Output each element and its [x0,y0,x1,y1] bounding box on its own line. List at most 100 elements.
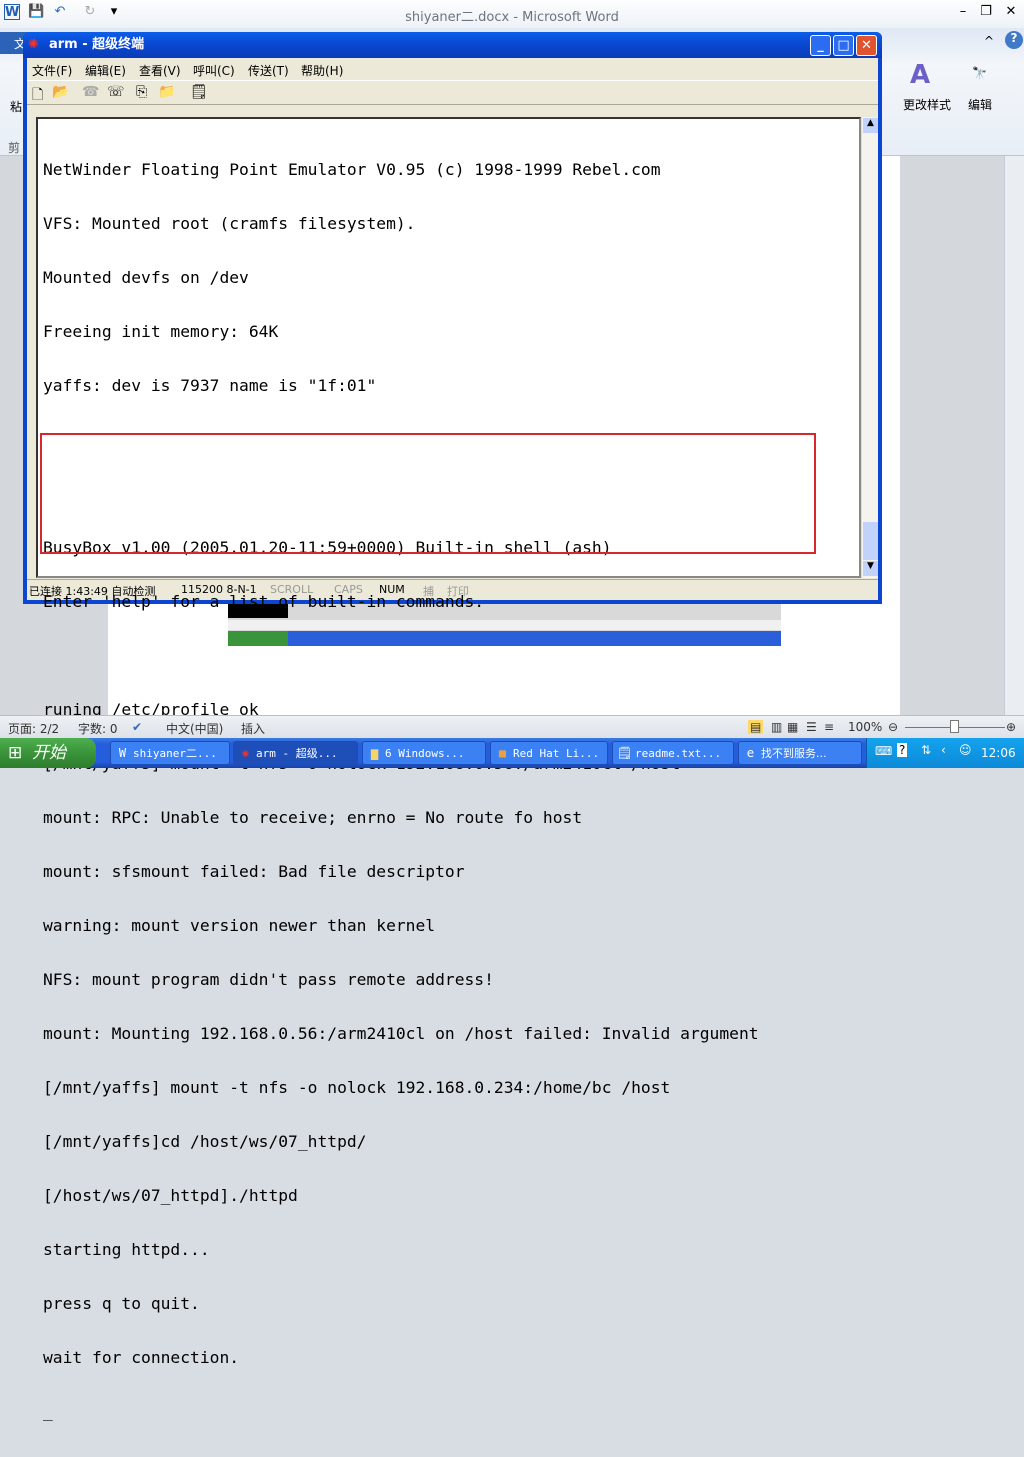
zoom-out-icon[interactable]: ⊖ [888,720,898,734]
properties-icon[interactable]: 🗒 [190,84,208,100]
terminal-maximize-button[interactable]: □ [833,35,854,56]
editing-button[interactable]: 编辑 [968,96,992,113]
menu-bar: 文件(F) 编辑(E) 查看(V) 呼叫(C) 传送(T) 帮助(H) [27,58,878,80]
paste-label[interactable]: 粘 [10,98,22,115]
vmware-icon: ■ [498,746,507,760]
terminal-line: starting httpd... [43,1240,210,1259]
folder-icon: ▆ [370,746,379,760]
menu-call[interactable]: 呼叫(C) [193,62,235,79]
start-label: 开始 [32,743,66,763]
vertical-scrollbar[interactable] [1004,156,1024,715]
terminal-line: wait for connection. [43,1348,240,1367]
terminal-line: VFS: Mounted root (cramfs filesystem). [43,214,416,233]
word-title-bar: W 💾 ↶ ↻ ▾ shiyaner二.docx - Microsoft Wor… [0,0,1024,28]
disconnect-icon[interactable]: ☎ [82,84,99,100]
taskbar-item-readme[interactable]: 🗒 readme.txt... [612,741,734,765]
open-icon[interactable]: 📂 [52,84,69,100]
terminal-line: [/host/ws/07_httpd]./httpd [43,1186,298,1205]
print-layout-icon[interactable]: ▤ [748,720,764,734]
find-icon[interactable]: 🔭 [972,66,987,80]
network-icon[interactable]: ⇅ [921,743,931,757]
qq-icon[interactable]: ☺ [959,743,972,757]
word-count[interactable]: 字数: 0 [78,720,118,737]
terminal-line: press q to quit. [43,1294,200,1313]
menu-help[interactable]: 帮助(H) [301,62,343,79]
terminal-line: [/mnt/yaffs] mount -t nfs -o nolock 192.… [43,1078,671,1097]
web-layout-icon[interactable]: ▦ [787,720,798,734]
highlight-box [40,433,816,554]
change-styles-button[interactable]: 更改样式 [903,96,951,113]
hyperterminal-icon: ✺ [241,746,250,760]
windows-logo-icon: ⊞ [8,743,23,763]
outline-icon[interactable]: ☰ [806,720,817,734]
ie-icon: e [746,746,755,760]
toolbar: 🗋 📂 ☎ ☏ ⎘ 📁 🗒 [27,80,878,105]
scroll-up-icon[interactable]: ▲ [863,118,878,133]
taskbar-item-redhat[interactable]: ■ Red Hat Li... [490,741,608,765]
send-icon[interactable]: ⎘ [136,84,147,100]
port-settings: 115200 8-N-1 [181,583,257,596]
terminal-line: Mounted devfs on /dev [43,268,249,287]
zoom-level[interactable]: 100% [848,720,882,734]
call-icon[interactable]: ☏ [107,84,125,100]
terminal-line: mount: sfsmount failed: Bad file descrip… [43,862,465,881]
hyperterminal-icon: ✺ [28,37,39,52]
scroll-down-icon[interactable]: ▼ [863,561,878,576]
language-indicator[interactable]: 中文(中国) [166,720,223,737]
terminal-title-bar[interactable]: ✺ arm - 超级终端 _ □ ✕ [23,32,882,58]
terminal-minimize-button[interactable]: _ [810,35,831,56]
scroll-indicator: SCROLL [270,583,314,596]
word-status-bar: 页面: 2/2 字数: 0 ✔ 中文(中国) 插入 ▤ ▥ ▦ ☰ ≡ 100%… [0,715,1024,738]
clipboard-label: 剪 [8,141,21,155]
terminal-line: NetWinder Floating Point Emulator V0.95 … [43,160,661,179]
zoom-slider-thumb[interactable] [950,720,959,733]
terminal-line: mount: Mounting 192.168.0.56:/arm2410cl … [43,1024,759,1043]
window-title: shiyaner二.docx - Microsoft Word [405,10,619,25]
hyperterminal-window: ✺ arm - 超级终端 _ □ ✕ 文件(F) 编辑(E) 查看(V) 呼叫(… [23,32,882,1421]
scroll-thumb[interactable] [863,522,878,560]
page-count[interactable]: 页面: 2/2 [8,720,59,737]
terminal-line: Freeing init memory: 64K [43,322,279,341]
menu-view[interactable]: 查看(V) [139,62,181,79]
insert-mode[interactable]: 插入 [241,720,265,737]
restore-icon[interactable]: ❐ [978,4,994,20]
taskbar-item-arm[interactable]: ✺ arm - 超级... [233,741,358,765]
minimize-icon[interactable]: – [955,4,971,20]
capture-indicator: 捕 [423,585,434,598]
print-indicator: 打印 [447,585,469,598]
taskbar-item-windows[interactable]: ▆ 6 Windows... [362,741,486,765]
collapse-ribbon-icon[interactable]: ^ [984,34,994,48]
taskbar-item-word[interactable]: Wshiyaner二... [110,741,230,765]
proofing-icon[interactable]: ✔ [132,720,142,734]
notepad-icon: 🗒 [617,746,633,760]
expand-tray-icon[interactable]: ‹ [941,743,946,757]
help-tray-icon[interactable]: ? [897,743,908,757]
taskbar-label: readme.txt... [635,747,722,760]
keyboard-icon[interactable]: ⌨ [875,744,892,758]
system-tray: ⌨ ? ⇅ ‹ ☺ 12:06 [866,738,1024,768]
menu-edit[interactable]: 编辑(E) [85,62,126,79]
connection-status: 已连接 1:43:49 自动检测 [29,585,156,598]
terminal-close-button[interactable]: ✕ [856,35,877,56]
menu-file[interactable]: 文件(F) [32,62,72,79]
zoom-in-icon[interactable]: ⊕ [1006,720,1016,734]
terminal-scrollbar[interactable]: ▲ ▼ [861,117,878,578]
terminal-output: NetWinder Floating Point Emulator V0.95 … [43,125,759,1457]
terminal-title: arm - 超级终端 [49,37,145,52]
full-screen-reading-icon[interactable]: ▥ [771,720,782,734]
terminal-status-bar: 已连接 1:43:49 自动检测 115200 8-N-1 SCROLL CAP… [27,579,878,600]
new-icon[interactable]: 🗋 [32,84,43,108]
help-icon[interactable]: ? [1005,31,1023,49]
menu-transfer[interactable]: 传送(T) [248,62,289,79]
taskbar-label: 6 Windows... [385,747,465,760]
change-styles-icon[interactable]: A [910,60,930,90]
taskbar-label: Red Hat Li... [513,747,600,760]
terminal-client: 文件(F) 编辑(E) 查看(V) 呼叫(C) 传送(T) 帮助(H) 🗋 📂 … [27,58,878,1421]
caps-indicator: CAPS [334,583,363,596]
draft-icon[interactable]: ≡ [824,720,834,734]
start-button[interactable]: ⊞ 开始 [0,738,96,768]
receive-icon[interactable]: 📁 [158,84,175,100]
close-icon[interactable]: ✕ [1003,4,1019,20]
clock[interactable]: 12:06 [981,746,1016,760]
taskbar-item-browser[interactable]: e 找不到服务... [738,741,862,765]
